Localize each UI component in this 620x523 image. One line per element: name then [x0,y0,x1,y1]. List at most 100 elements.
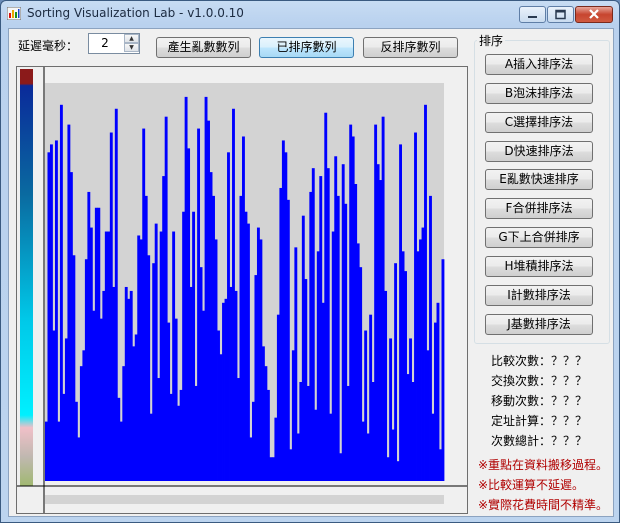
bar [194,385,198,481]
stat-line: 定址計算：？？？ [491,414,588,428]
spin-down-button[interactable]: ▼ [124,43,139,52]
bar [359,267,363,481]
bar [244,211,248,481]
bar [399,144,402,481]
minimize-button[interactable] [519,6,546,23]
bar [92,310,96,481]
bar [104,231,108,481]
sort-button-c[interactable]: C選擇排序法 [485,112,593,133]
close-button[interactable] [575,6,613,23]
bar [227,152,230,481]
bar [384,290,388,481]
bar [339,453,343,481]
stat-line: 比較次數：？？？ [491,354,588,368]
bar [117,397,121,481]
bar [421,227,425,481]
bar [349,124,353,481]
spin-up-button[interactable]: ▲ [124,34,139,43]
bar [336,195,340,481]
bar [89,227,93,481]
bar [379,180,383,481]
bar [97,207,101,481]
bar [251,401,255,481]
bar [316,251,320,481]
bar [334,156,338,481]
bar [364,330,368,481]
bar [296,433,300,481]
bar [264,366,268,481]
bar [109,132,113,481]
bar [401,251,405,481]
sort-button-d[interactable]: D快速排序法 [485,141,593,162]
delay-spinner[interactable]: 2 ▲ ▼ [88,33,140,54]
bar [67,124,71,481]
bar [114,108,118,481]
random-sequence-button[interactable]: 產生亂數數列 [156,37,251,58]
bar [314,409,318,481]
bar [326,168,330,481]
bar [441,259,445,481]
bar [369,314,373,481]
bar [204,96,208,481]
bar [184,96,188,481]
bar [274,417,278,481]
bar [172,231,176,481]
bar [214,239,218,481]
bar [47,152,51,481]
bar [439,449,442,481]
bar [301,215,305,481]
sorted-sequence-button[interactable]: 已排序數列 [259,37,354,58]
bar [371,382,375,481]
reverse-sequence-button[interactable]: 反排序數列 [363,37,458,58]
app-icon [7,7,21,20]
bar [197,128,201,481]
bar [391,429,395,481]
bar [269,457,273,481]
sort-button-a[interactable]: A插入排序法 [485,54,593,75]
bar [331,231,335,481]
bar [429,195,432,481]
sort-group-title: 排序 [477,32,506,49]
bar [324,112,328,481]
sort-button-e[interactable]: E亂數快速排序 [485,169,593,190]
bar [94,207,98,481]
bar [271,457,275,481]
bar [179,389,183,481]
bar [124,286,128,481]
sort-button-j[interactable]: J基數排序法 [485,314,593,335]
bar [72,255,76,481]
bar-chart [17,67,467,513]
maximize-button[interactable] [547,6,574,23]
stat-line: 移動次數：？？？ [491,394,588,408]
delay-value[interactable]: 2 [89,36,121,50]
bar [74,401,78,481]
bar [232,108,235,481]
bar [356,243,360,481]
title-bar[interactable]: Sorting Visualization Lab - v1.0.0.10 [1,1,619,27]
sort-button-b[interactable]: B泡沫排序法 [485,83,593,104]
sort-button-f[interactable]: F合併排序法 [485,198,593,219]
bar [284,152,288,481]
bar [354,184,358,481]
sort-button-i[interactable]: I計數排序法 [485,285,593,306]
stat-line: 交換次數：？？？ [491,374,588,388]
bar [54,140,58,481]
window-title: Sorting Visualization Lab - v1.0.0.10 [27,6,244,20]
bar [279,187,283,481]
bar [329,413,333,481]
bar [409,338,412,481]
sort-button-h[interactable]: H堆積排序法 [485,256,593,277]
bar [154,223,158,481]
bar [162,176,166,481]
bar [414,132,417,481]
maximize-icon [555,9,566,20]
bar [431,413,435,481]
bar [321,302,325,481]
bar [289,449,293,481]
main-window: Sorting Visualization Lab - v1.0.0.10 延遲… [0,0,620,523]
bar [222,302,225,481]
bar [419,239,422,481]
bar [259,239,263,481]
sort-button-g[interactable]: G下上合併排序 [485,227,593,248]
bar [234,290,238,481]
